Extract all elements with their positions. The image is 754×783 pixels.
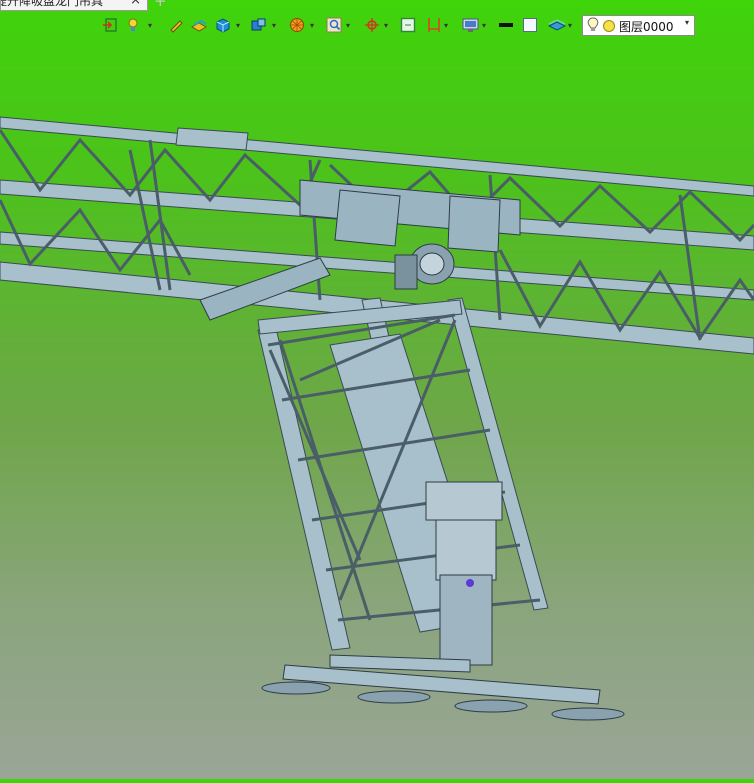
layer-select[interactable]: 图层0000 ▾ bbox=[582, 15, 695, 36]
snap-dropdown-icon[interactable]: ▾ bbox=[384, 21, 388, 30]
gantry-model bbox=[0, 116, 754, 721]
extrude-icon[interactable] bbox=[190, 15, 216, 37]
section-dropdown-icon[interactable]: ▾ bbox=[444, 21, 448, 30]
light-dropdown-icon[interactable]: ▾ bbox=[148, 21, 152, 30]
layer-manager-dropdown-icon[interactable]: ▾ bbox=[568, 21, 572, 30]
tab-bar: 提升降吸盘龙门吊具 × + bbox=[0, 0, 754, 11]
exit-sketch-icon[interactable] bbox=[102, 15, 128, 37]
hoist-motor bbox=[394, 243, 455, 290]
render-dropdown-icon[interactable]: ▾ bbox=[310, 21, 314, 30]
suction-beam bbox=[282, 654, 601, 705]
3d-viewport[interactable] bbox=[0, 40, 754, 779]
document-tab[interactable]: 提升降吸盘龙门吊具 × bbox=[0, 0, 148, 11]
add-tab-button[interactable]: + bbox=[154, 0, 167, 10]
tab-title: 提升降吸盘龙门吊具 bbox=[0, 0, 104, 8]
gearbox bbox=[425, 481, 503, 666]
box-dropdown-icon[interactable]: ▾ bbox=[236, 21, 240, 30]
close-icon[interactable]: × bbox=[130, 0, 141, 8]
layer-name: 图层0000 bbox=[619, 20, 674, 34]
mast-frame bbox=[257, 297, 549, 651]
section-icon[interactable] bbox=[426, 15, 452, 37]
indicator-dot bbox=[466, 579, 474, 587]
lightbulb-icon[interactable] bbox=[587, 17, 599, 33]
line-weight-icon[interactable] bbox=[498, 15, 524, 37]
frame-icon[interactable] bbox=[400, 15, 426, 37]
truss-top-plate bbox=[175, 127, 249, 151]
display-dropdown-icon[interactable]: ▾ bbox=[482, 21, 486, 30]
layer-visibility-icon[interactable] bbox=[603, 20, 615, 32]
view-dropdown-icon[interactable]: ▾ bbox=[272, 21, 276, 30]
chevron-down-icon[interactable]: ▾ bbox=[685, 18, 689, 27]
truss-top-chord bbox=[0, 116, 754, 197]
color-swatch-icon[interactable] bbox=[522, 15, 548, 37]
zoom-dropdown-icon[interactable]: ▾ bbox=[346, 21, 350, 30]
